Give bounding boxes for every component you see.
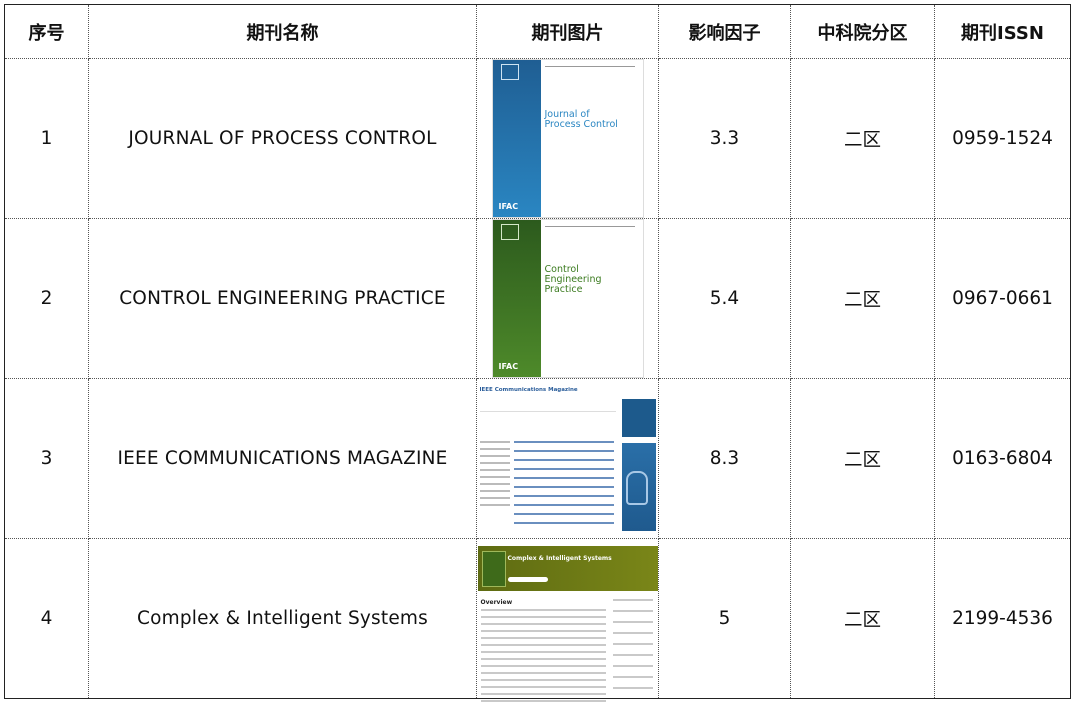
cover-text-lines — [480, 609, 606, 707]
elsevier-logo-icon — [500, 64, 519, 80]
open-lock-icon — [625, 471, 648, 505]
journal-cover-cell: Journal of Process Control IFAC — [476, 58, 659, 219]
row-index: 3 — [4, 378, 89, 539]
table-row: 2 CONTROL ENGINEERING PRACTICE Control E… — [4, 218, 1071, 379]
cas-zone: 二区 — [790, 58, 935, 219]
journal-cover-image: Complex & Intelligent Systems Overview — [477, 541, 658, 702]
cover-right-column — [612, 599, 653, 698]
cover-ad-banner — [621, 399, 656, 437]
table-row: 4 Complex & Intelligent Systems Complex … — [4, 538, 1071, 702]
header-zone: 中科院分区 — [790, 4, 935, 59]
impact-factor: 8.3 — [658, 378, 791, 539]
ifac-badge: IFAC — [498, 362, 519, 371]
journal-cover-cell: IEEE Communications Magazine — [476, 378, 659, 539]
header-name: 期刊名称 — [88, 4, 477, 59]
row-index: 1 — [4, 58, 89, 219]
table-row: 1 JOURNAL OF PROCESS CONTROL Journal of … — [4, 58, 1071, 219]
elsevier-logo-icon — [500, 224, 519, 240]
header-issn: 期刊ISSN — [934, 4, 1071, 59]
cover-article-list — [513, 441, 614, 531]
journal-issn: 2199-4536 — [934, 538, 1071, 699]
row-index: 4 — [4, 538, 89, 699]
journal-name: CONTROL ENGINEERING PRACTICE — [88, 218, 477, 379]
journal-issn: 0959-1524 — [934, 58, 1071, 219]
journal-cover-image: Journal of Process Control IFAC — [491, 59, 644, 218]
cover-title-line: Practice — [544, 284, 583, 295]
cas-zone: 二区 — [790, 538, 935, 699]
cover-tab-bar — [479, 405, 616, 412]
cover-strip — [492, 60, 541, 217]
journal-table: 序号 期刊名称 期刊图片 影响因子 中科院分区 期刊ISSN 1 JOURNAL… — [4, 4, 1071, 702]
cover-thumbnail — [481, 551, 506, 587]
journal-name: IEEE COMMUNICATIONS MAGAZINE — [88, 378, 477, 539]
ifac-badge: IFAC — [498, 202, 519, 211]
table-row: 3 IEEE COMMUNICATIONS MAGAZINE IEEE Comm… — [4, 378, 1071, 539]
journal-cover-cell: Control Engineering Practice IFAC — [476, 218, 659, 379]
cover-title-line: Process Control — [544, 119, 618, 130]
impact-factor: 3.3 — [658, 58, 791, 219]
header-impact: 影响因子 — [658, 4, 791, 59]
journal-cover-image: Control Engineering Practice IFAC — [491, 219, 644, 378]
cover-overview-heading: Overview — [480, 599, 513, 606]
journal-name: JOURNAL OF PROCESS CONTROL — [88, 58, 477, 219]
journal-name: Complex & Intelligent Systems — [88, 538, 477, 699]
journal-cover-image: IEEE Communications Magazine — [477, 381, 658, 536]
cover-header-line — [544, 226, 635, 229]
impact-factor: 5.4 — [658, 218, 791, 379]
journal-cover-cell: Complex & Intelligent Systems Overview — [476, 538, 659, 702]
cover-title: Journal of Process Control — [545, 110, 618, 130]
cover-sidebar — [479, 441, 510, 511]
row-index: 2 — [4, 218, 89, 379]
cover-title: Control Engineering Practice — [545, 265, 602, 295]
cas-zone: 二区 — [790, 218, 935, 379]
header-row: 序号 期刊名称 期刊图片 影响因子 中科院分区 期刊ISSN — [4, 4, 1071, 59]
header-index: 序号 — [4, 4, 89, 59]
header-image: 期刊图片 — [476, 4, 659, 59]
journal-issn: 0163-6804 — [934, 378, 1071, 539]
cover-strip — [492, 220, 541, 377]
cover-submit-button — [507, 577, 548, 582]
impact-factor: 5 — [658, 538, 791, 699]
cover-title: Complex & Intelligent Systems — [507, 555, 612, 562]
cover-header-line — [544, 66, 635, 69]
cas-zone: 二区 — [790, 378, 935, 539]
cover-title: IEEE Communications Magazine — [479, 387, 578, 393]
journal-issn: 0967-0661 — [934, 218, 1071, 379]
